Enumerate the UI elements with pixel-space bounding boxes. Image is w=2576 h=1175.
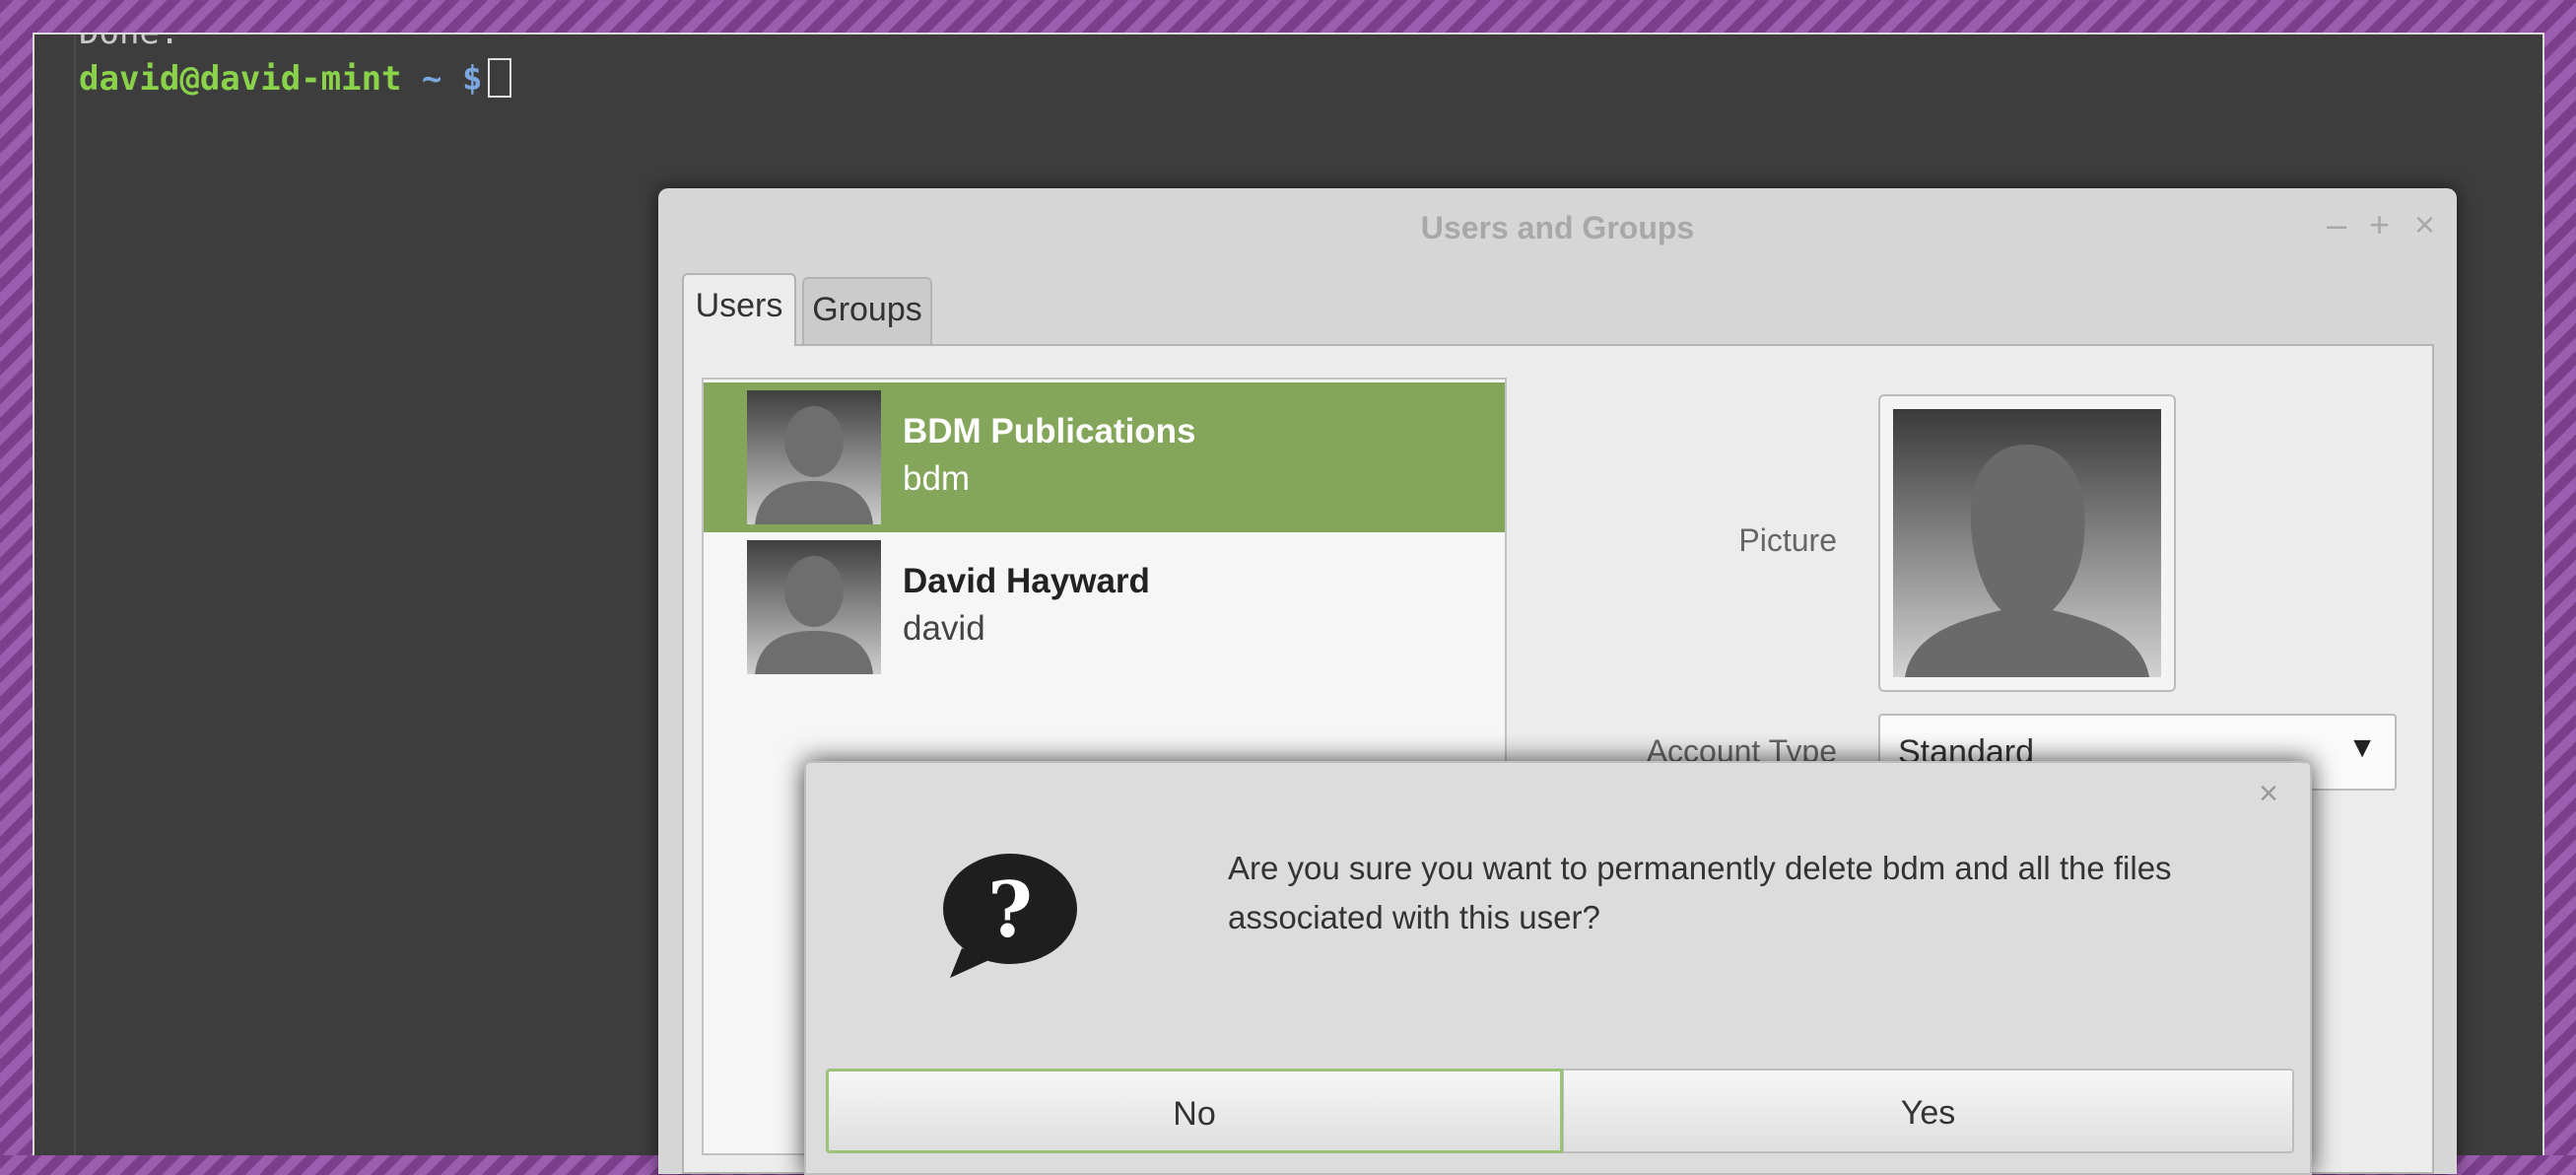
picture-button[interactable] (1878, 394, 2176, 692)
no-button[interactable]: No (826, 1069, 1563, 1153)
tab-users[interactable]: Users (682, 273, 796, 346)
minimize-button[interactable]: – (2327, 204, 2346, 245)
chevron-down-icon: ▼ (2347, 731, 2377, 764)
tab-groups[interactable]: Groups (802, 277, 932, 344)
avatar (747, 390, 881, 524)
dialog-message: Are you sure you want to permanently del… (1228, 850, 2172, 935)
svg-text:?: ? (987, 865, 1033, 955)
user-login-name: david (903, 609, 985, 648)
prompt-user-host: david@david-mint (79, 59, 402, 99)
question-icon: ? (936, 852, 1084, 985)
user-login-name: bdm (903, 459, 971, 498)
terminal-gutter (74, 35, 76, 1155)
user-picture (1893, 409, 2161, 677)
yes-button[interactable]: Yes (1563, 1069, 2294, 1153)
user-full-name: BDM Publications (903, 412, 1196, 450)
close-window-button[interactable]: × (2414, 204, 2435, 245)
avatar (747, 540, 881, 674)
picture-label: Picture (1738, 522, 1837, 558)
terminal-output-line: Done. (79, 33, 180, 52)
prompt-path: ~ $ (422, 59, 483, 99)
user-list-item-david[interactable]: David Hayward david (704, 532, 1505, 682)
confirm-delete-dialog: × ? Are you sure you want to permanently… (804, 761, 2312, 1175)
user-list-item-bdm[interactable]: BDM Publications bdm (704, 382, 1505, 532)
dialog-close-button[interactable]: × (2259, 775, 2278, 813)
maximize-button[interactable]: + (2369, 204, 2390, 245)
user-full-name: David Hayward (903, 562, 1150, 600)
terminal-cursor (488, 58, 512, 98)
window-title: Users and Groups (1420, 210, 1695, 245)
terminal-prompt[interactable]: david@david-mint ~ $ (79, 58, 512, 99)
